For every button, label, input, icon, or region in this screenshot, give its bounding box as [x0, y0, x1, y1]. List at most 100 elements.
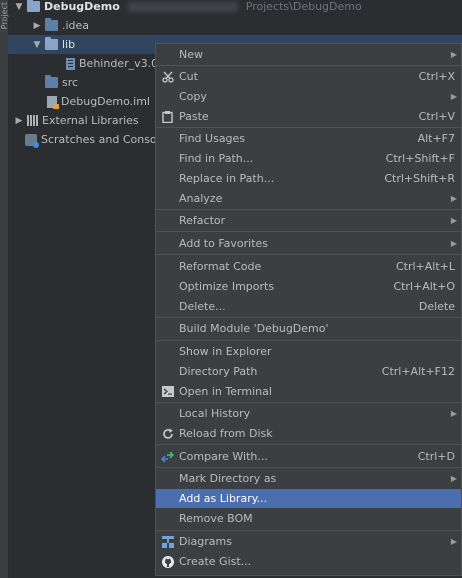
submenu-arrow-icon: ▶: [450, 50, 457, 59]
menu-separator: [156, 402, 461, 403]
jar-icon: [66, 57, 75, 70]
menu-item-shortcut: Ctrl+Alt+O: [393, 280, 455, 293]
menu-item-build-module[interactable]: Build Module 'DebugDemo': [156, 319, 461, 338]
menu-separator: [156, 467, 461, 468]
submenu-arrow-icon: ▶: [450, 216, 457, 225]
menu-item-label: Cut: [179, 70, 198, 83]
chevron-down-icon[interactable]: ▼: [14, 2, 24, 12]
submenu-arrow-icon: ▶: [450, 92, 457, 101]
menu-item-directory-path[interactable]: Directory Path Ctrl+Alt+F12: [156, 362, 461, 381]
tree-item-project-root[interactable]: ▼ DebugDemo Projects\DebugDemo: [8, 0, 462, 16]
clipboard-icon: [161, 110, 174, 123]
menu-item-label: Directory Path: [179, 365, 258, 378]
menu-item-shortcut: Ctrl+Alt+L: [395, 260, 455, 273]
menu-item-shortcut: Alt+F7: [417, 132, 455, 145]
menu-item-shortcut: Ctrl+Shift+R: [384, 172, 455, 185]
github-icon: [161, 555, 174, 568]
menu-item-paste[interactable]: Paste Ctrl+V: [156, 107, 461, 126]
menu-item-label: Analyze: [179, 192, 223, 205]
menu-item-find-usages[interactable]: Find Usages Alt+F7: [156, 129, 461, 148]
menu-item-label: Reformat Code: [179, 260, 262, 273]
menu-item-label: New: [179, 48, 203, 61]
tree-item-label: DebugDemo.iml: [61, 95, 150, 108]
menu-item-label: Reload from Disk: [179, 427, 273, 440]
menu-separator: [156, 317, 461, 318]
folder-icon: [45, 37, 58, 50]
menu-item-replace-in-path[interactable]: Replace in Path... Ctrl+Shift+R: [156, 169, 461, 188]
menu-item-label: Refactor: [179, 214, 226, 227]
menu-item-show-in-explorer[interactable]: Show in Explorer: [156, 342, 461, 361]
menu-item-label: Remove BOM: [179, 512, 253, 525]
menu-item-delete[interactable]: Delete... Delete: [156, 297, 461, 316]
tree-item-label: .idea: [62, 19, 90, 32]
menu-item-add-to-favorites[interactable]: Add to Favorites ▶: [156, 234, 461, 253]
scissors-icon: [161, 70, 174, 83]
redacted-path: [127, 1, 238, 12]
reload-icon: [161, 427, 174, 440]
menu-item-label: Diagrams: [179, 535, 232, 548]
menu-item-label: Add to Favorites: [179, 237, 269, 250]
menu-separator: [156, 340, 461, 341]
menu-item-find-in-path[interactable]: Find in Path... Ctrl+Shift+F: [156, 149, 461, 168]
menu-separator: [156, 209, 461, 210]
menu-item-shortcut: Ctrl+X: [418, 70, 455, 83]
tree-item-label: Behinder_v3.0: [79, 57, 159, 70]
menu-item-label: Create Gist...: [179, 555, 252, 568]
module-folder-icon: [27, 0, 40, 12]
menu-item-create-gist[interactable]: Create Gist...: [156, 552, 461, 571]
folder-icon: [45, 75, 58, 88]
tree-item-label: src: [62, 76, 79, 89]
menu-item-label: Show in Explorer: [179, 345, 272, 358]
menu-separator: [156, 127, 461, 128]
menu-separator: [156, 231, 461, 232]
menu-item-shortcut: Ctrl+Shift+F: [385, 152, 455, 165]
menu-item-add-as-library[interactable]: Add as Library...: [156, 489, 461, 508]
menu-item-local-history[interactable]: Local History ▶: [156, 404, 461, 423]
menu-item-label: Find in Path...: [179, 152, 254, 165]
menu-item-label: Open in Terminal: [179, 385, 272, 398]
menu-item-label: Replace in Path...: [179, 172, 275, 185]
chevron-right-icon[interactable]: ▶: [14, 116, 24, 126]
menu-item-label: Compare With...: [179, 450, 268, 463]
menu-item-diagrams[interactable]: Diagrams ▶: [156, 532, 461, 551]
menu-separator: [156, 444, 461, 445]
menu-item-label: Optimize Imports: [179, 280, 275, 293]
menu-item-label: Add as Library...: [179, 492, 268, 505]
menu-item-compare-with[interactable]: Compare With... Ctrl+D: [156, 447, 461, 466]
terminal-icon: [161, 385, 174, 398]
submenu-arrow-icon: ▶: [450, 409, 457, 418]
project-path: Projects\DebugDemo: [245, 0, 362, 13]
menu-separator: [156, 254, 461, 255]
menu-item-refactor[interactable]: Refactor ▶: [156, 211, 461, 230]
chevron-down-icon[interactable]: ▼: [32, 40, 42, 50]
tree-item-label: External Libraries: [42, 114, 139, 127]
menu-item-shortcut: Delete: [418, 300, 455, 313]
menu-item-cut[interactable]: Cut Ctrl+X: [156, 67, 461, 86]
chevron-right-icon[interactable]: ▶: [32, 21, 42, 31]
menu-item-reload-from-disk[interactable]: Reload from Disk: [156, 424, 461, 443]
menu-item-optimize-imports[interactable]: Optimize Imports Ctrl+Alt+O: [156, 277, 461, 296]
menu-item-mark-directory-as[interactable]: Mark Directory as ▶: [156, 469, 461, 488]
module-file-icon: [47, 95, 59, 109]
tree-item-label: lib: [62, 38, 76, 51]
menu-item-open-in-terminal[interactable]: Open in Terminal: [156, 382, 461, 401]
menu-item-label: Find Usages: [179, 132, 246, 145]
menu-item-reformat-code[interactable]: Reformat Code Ctrl+Alt+L: [156, 257, 461, 276]
tree-item-idea[interactable]: ▶ .idea: [8, 16, 462, 35]
menu-item-label: Delete...: [179, 300, 226, 313]
compare-icon: [161, 450, 174, 463]
scratches-icon: [25, 133, 39, 148]
menu-item-label: Copy: [179, 90, 207, 103]
menu-item-copy[interactable]: Copy ▶: [156, 87, 461, 106]
menu-item-shortcut: Ctrl+D: [417, 450, 455, 463]
menu-separator: [156, 65, 461, 66]
menu-item-label: Paste: [179, 110, 209, 123]
project-tool-label: Project: [0, 2, 9, 30]
menu-item-analyze[interactable]: Analyze ▶: [156, 189, 461, 208]
menu-item-label: Build Module 'DebugDemo': [179, 322, 329, 335]
menu-item-remove-bom[interactable]: Remove BOM: [156, 509, 461, 528]
tree-item-label: Scratches and Consoles: [41, 133, 173, 146]
folder-icon: [45, 18, 58, 31]
menu-item-new[interactable]: New ▶: [156, 45, 461, 64]
menu-item-label: Mark Directory as: [179, 472, 277, 485]
